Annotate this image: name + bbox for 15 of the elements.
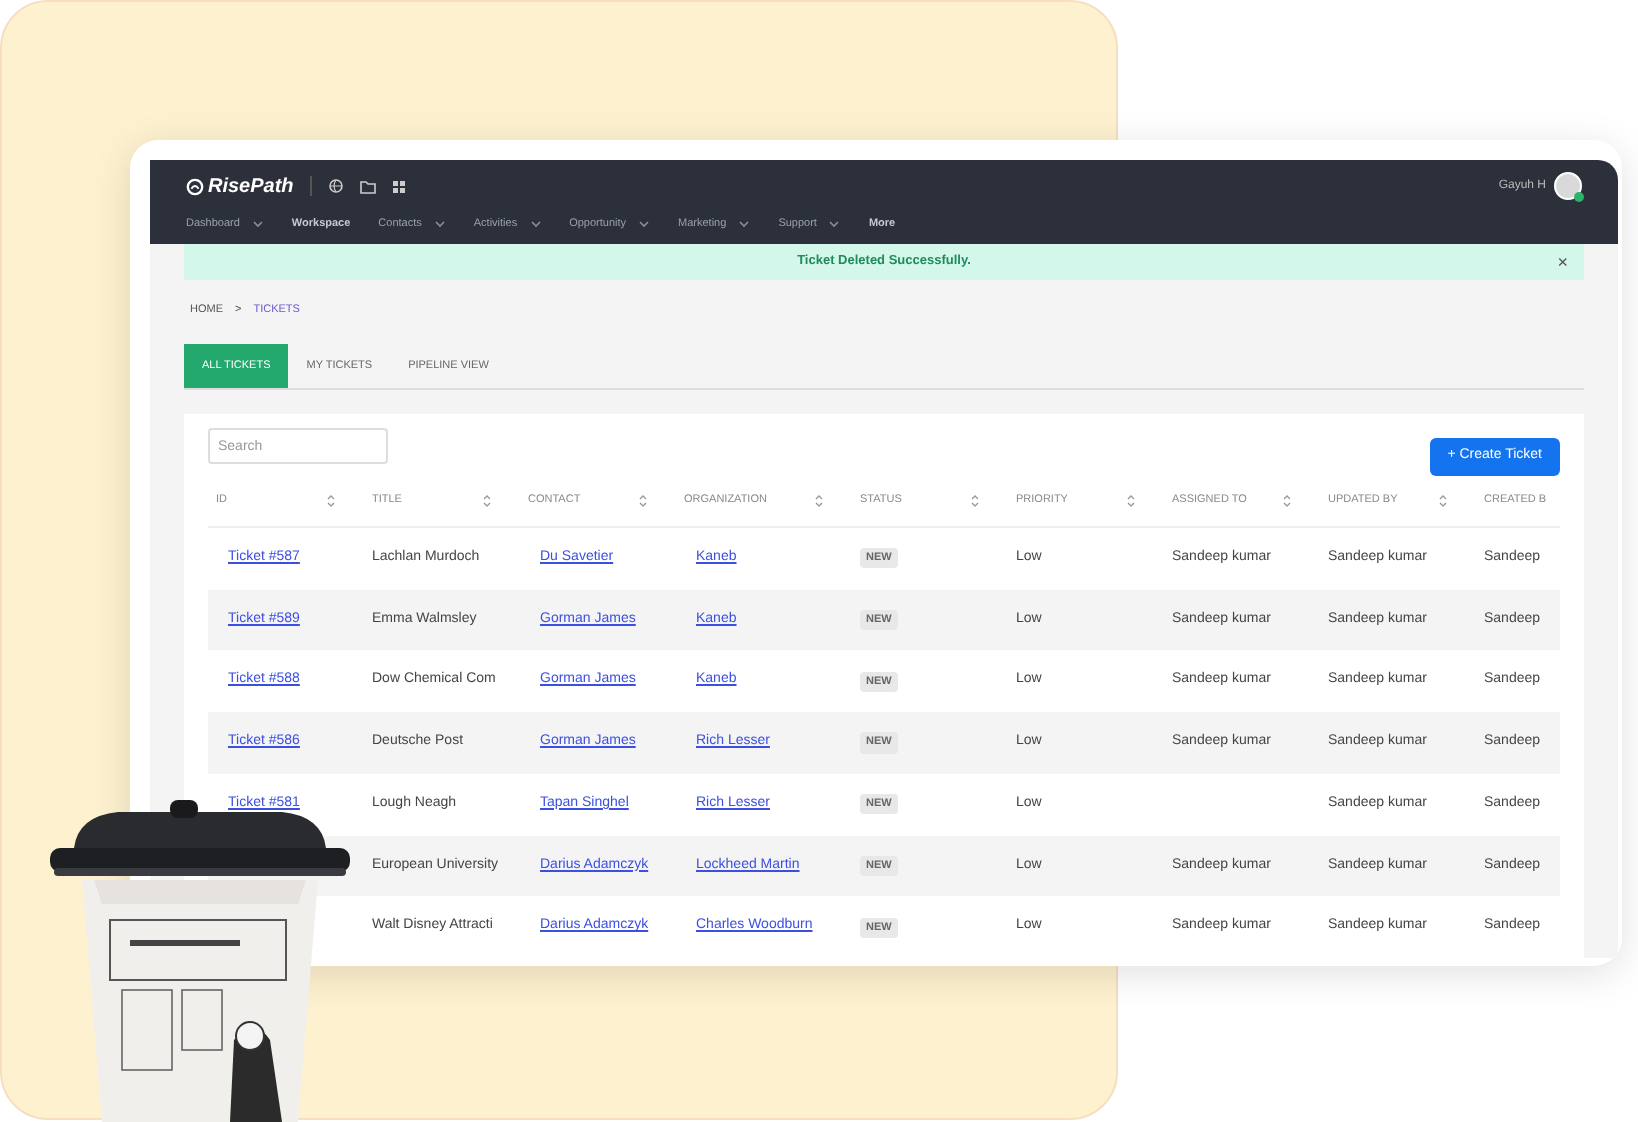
sort-icon[interactable] [326,493,336,508]
sort-icon[interactable] [1282,493,1292,508]
sort-icon[interactable] [814,493,824,508]
folder-icon[interactable] [359,179,376,193]
grid-icon[interactable] [391,179,406,193]
sort-icon[interactable] [482,493,492,508]
sort-icon[interactable] [1126,493,1136,508]
sort-icon[interactable] [638,493,648,508]
sort-icon[interactable] [1438,493,1448,508]
close-button[interactable]: × [1557,253,1568,271]
sort-icon[interactable] [970,493,980,508]
logo-icon [186,177,204,195]
globe-icon[interactable] [327,178,344,194]
app-logo[interactable]: RisePath [208,171,294,201]
avatar[interactable] [1554,172,1582,200]
